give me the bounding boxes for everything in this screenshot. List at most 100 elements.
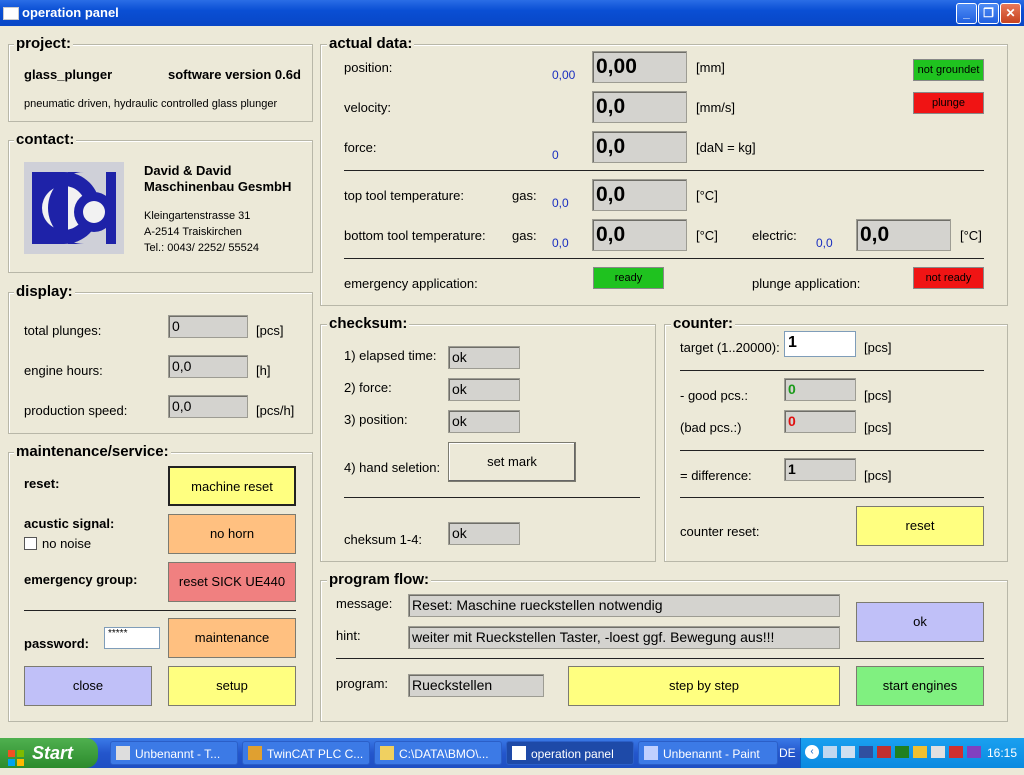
message-label: message: [336, 596, 393, 611]
electric-unit: [°C] [960, 228, 982, 243]
set-mark-button[interactable]: set mark [448, 442, 576, 482]
contact-city: A-2514 Traiskirchen [144, 226, 242, 238]
position-check-field: ok [448, 410, 520, 433]
top-tool-small-value: 0,0 [552, 196, 569, 210]
software-version: software version 0.6d [168, 67, 301, 82]
reset-label: reset: [24, 476, 60, 491]
language-indicator[interactable]: DE [779, 746, 796, 760]
total-plunges-unit: [pcs] [256, 323, 284, 338]
bottom-tool-label: bottom tool temperature: [344, 228, 486, 243]
emergency-group-label: emergency group: [24, 572, 138, 587]
start-label: Start [32, 743, 74, 763]
message-field: Reset: Maschine rueckstellen notwendig [408, 594, 840, 617]
not-grounded-indicator: not groundet [913, 59, 984, 81]
notepad-icon [116, 746, 130, 760]
target-label: target (1..20000): [680, 340, 780, 355]
project-panel [8, 44, 313, 122]
taskbar-item-paint[interactable]: Unbenannt - Paint [638, 741, 778, 765]
taskbar-item-twincat[interactable]: TwinCAT PLC C... [242, 741, 370, 765]
total-plunges-field: 0 [168, 315, 248, 338]
close-window-button[interactable]: ✕ [1000, 3, 1021, 24]
clock[interactable]: 16:15 [987, 746, 1017, 760]
tray-app-icon[interactable] [967, 746, 981, 758]
good-pcs-unit: [pcs] [864, 388, 892, 403]
maintenance-separator [24, 610, 296, 611]
no-noise-label: no noise [42, 536, 92, 551]
chevron-left-icon[interactable]: ‹ [805, 745, 819, 759]
hint-field: weiter mit Rueckstellen Taster, -loest g… [408, 626, 840, 649]
title-bar: operation panel _ ❐ ✕ [0, 0, 1024, 26]
tray-app-icon[interactable] [913, 746, 927, 758]
taskbar-item-operation-panel[interactable]: operation panel [506, 741, 634, 765]
paint-icon [644, 746, 658, 760]
program-field: Rueckstellen [408, 674, 544, 697]
production-speed-field: 0,0 [168, 395, 248, 418]
position-field: 0,00 [592, 51, 687, 83]
company-logo [24, 162, 124, 254]
position-label: position: [344, 60, 393, 75]
engine-hours-label: engine hours: [24, 363, 103, 378]
contact-phone: Tel.: 0043/ 2252/ 55524 [144, 242, 259, 254]
tray-app-icon[interactable] [895, 746, 909, 758]
close-button[interactable]: close [24, 666, 152, 706]
tray-app-icon[interactable] [949, 746, 963, 758]
actual-data-heading: actual data: [327, 35, 415, 52]
checksum-total-field: ok [448, 522, 520, 545]
no-noise-checkbox[interactable] [24, 537, 37, 550]
actual-separator-2 [344, 258, 984, 259]
setup-button[interactable]: setup [168, 666, 296, 706]
counter-reset-label: counter reset: [680, 524, 760, 539]
bad-pcs-field: 0 [784, 410, 856, 433]
top-tool-gas-label: gas: [512, 188, 537, 203]
plunge-not-ready-indicator: not ready [913, 267, 984, 289]
taskbar-item-label: Unbenannt - Paint [663, 747, 760, 761]
velocity-unit: [mm/s] [696, 100, 735, 115]
no-horn-button[interactable]: no horn [168, 514, 296, 554]
tray-app-icon[interactable] [931, 746, 945, 758]
bottom-tool-field: 0,0 [592, 219, 687, 251]
good-pcs-label: - good pcs.: [680, 388, 748, 403]
company-line1: David & David [144, 163, 232, 178]
emergency-application-label: emergency application: [344, 276, 478, 291]
minimize-button[interactable]: _ [956, 3, 977, 24]
twincat-icon [248, 746, 262, 760]
electric-field: 0,0 [856, 219, 951, 251]
electric-label: electric: [752, 228, 797, 243]
connection-icon[interactable] [841, 746, 855, 758]
start-button[interactable]: Start [0, 738, 98, 768]
tray-app-icon[interactable] [859, 746, 873, 758]
ok-button[interactable]: ok [856, 602, 984, 642]
position-small-value: 0,00 [552, 68, 576, 82]
taskbar: Start Unbenannt - T... TwinCAT PLC C... … [0, 738, 1024, 768]
taskbar-item-label: C:\DATA\BMO\... [399, 747, 489, 761]
system-tray: ‹ 16:15 [800, 738, 1024, 768]
acustic-signal-label: acustic signal: [24, 516, 115, 531]
top-tool-label: top tool temperature: [344, 188, 464, 203]
good-pcs-field: 0 [784, 378, 856, 401]
engine-hours-field: 0,0 [168, 355, 248, 378]
password-input[interactable]: ***** [104, 627, 160, 649]
counter-heading: counter: [671, 315, 735, 332]
elapsed-time-label: 1) elapsed time: [344, 348, 437, 363]
force-field: 0,0 [592, 131, 687, 163]
hint-label: hint: [336, 628, 361, 643]
counter-separator-1 [680, 370, 984, 371]
window-title: operation panel [22, 5, 119, 20]
maximize-button[interactable]: ❐ [978, 3, 999, 24]
target-input[interactable]: 1 [784, 331, 856, 357]
start-engines-button[interactable]: start engines [856, 666, 984, 706]
tray-app-icon[interactable] [877, 746, 891, 758]
machine-reset-button[interactable]: machine reset [168, 466, 296, 506]
taskbar-item-notepad[interactable]: Unbenannt - T... [110, 741, 238, 765]
network-icon[interactable] [823, 746, 837, 758]
step-by-step-button[interactable]: step by step [568, 666, 840, 706]
window-icon [512, 746, 526, 760]
counter-separator-2 [680, 450, 984, 451]
reset-sick-button[interactable]: reset SICK UE440 [168, 562, 296, 602]
force-small-value: 0 [552, 148, 559, 162]
project-name: glass_plunger [24, 67, 113, 82]
taskbar-item-explorer[interactable]: C:\DATA\BMO\... [374, 741, 502, 765]
maintenance-button[interactable]: maintenance [168, 618, 296, 658]
program-label: program: [336, 676, 389, 691]
counter-reset-button[interactable]: reset [856, 506, 984, 546]
